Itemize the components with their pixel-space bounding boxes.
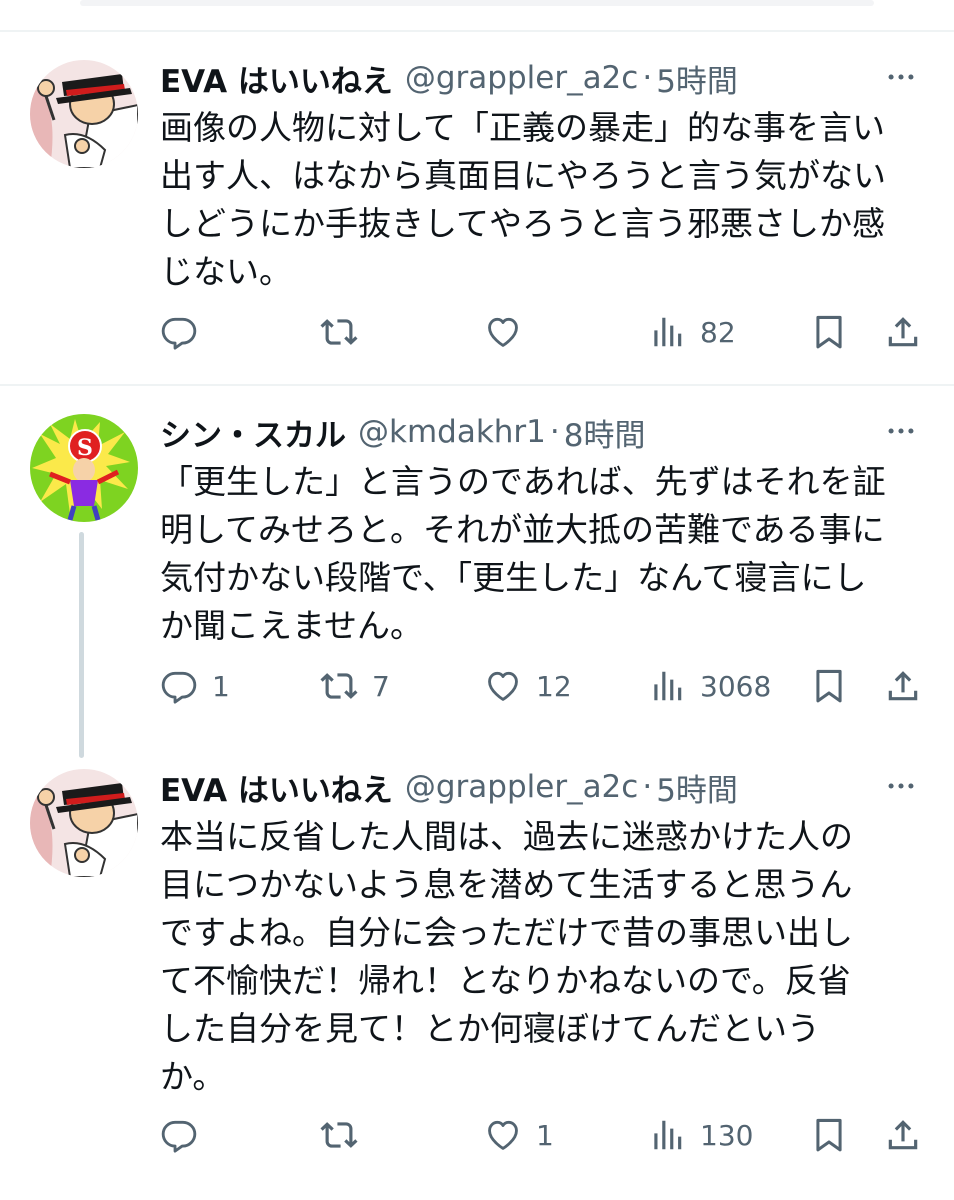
- user-handle[interactable]: @kmdakhr1: [358, 414, 546, 450]
- hat-character-avatar-icon: [30, 769, 138, 877]
- action-bar: 82: [160, 310, 930, 354]
- reply-icon: [161, 671, 197, 704]
- retweet-button[interactable]: [320, 1113, 372, 1157]
- tweet-text: 本当に反省した人間は、過去に迷惑かけた人の 目につかないよう息を潜めて生活すると…: [160, 817, 853, 1096]
- views-button[interactable]: 130: [648, 1113, 753, 1157]
- display-name[interactable]: シン・スカル: [160, 410, 346, 455]
- previous-tweet-edge: [0, 0, 954, 30]
- view-count: 82: [700, 315, 736, 349]
- timestamp[interactable]: 8時間: [564, 410, 646, 455]
- views-icon: [654, 317, 682, 347]
- hat-character-avatar-icon: [30, 60, 138, 168]
- retweet-count: 7: [372, 669, 390, 703]
- tweet-2[interactable]: S シン・スカル @kmdakhr1 · 8時間 「更生した」と言うのであれば、…: [0, 412, 954, 742]
- svg-text:S: S: [77, 435, 93, 461]
- reply-button[interactable]: 1: [160, 664, 230, 708]
- share-icon: [888, 1120, 918, 1150]
- views-button[interactable]: 82: [648, 310, 736, 354]
- like-icon: [488, 317, 518, 347]
- view-count: 130: [700, 1118, 754, 1152]
- bookmark-icon: [816, 315, 842, 349]
- reply-count: 1: [212, 669, 230, 703]
- share-button[interactable]: [884, 310, 922, 354]
- tweet-3[interactable]: EVA はいいねえ @grappler_a2c · 5時間 本当に反省した人間は…: [0, 767, 954, 1187]
- timestamp[interactable]: 5時間: [656, 56, 738, 101]
- tweet-1[interactable]: EVA はいいねえ @grappler_a2c · 5時間 画像の人物に対して「…: [0, 58, 954, 384]
- action-bar: 1 7 12 3068: [160, 664, 930, 708]
- bookmark-button[interactable]: [810, 664, 848, 708]
- separator: [0, 30, 954, 32]
- share-icon: [888, 317, 918, 347]
- avatar[interactable]: S: [30, 414, 138, 522]
- like-button[interactable]: 1: [484, 1113, 554, 1157]
- bookmark-button[interactable]: [810, 1113, 848, 1157]
- tweet-text: 画像の人物に対して「正義の暴走」的な事を言い 出す人、はなから真面目にやろうと言…: [160, 108, 886, 291]
- retweet-icon: [320, 673, 358, 699]
- separator-dot: ·: [642, 769, 653, 805]
- like-count: 12: [536, 669, 572, 703]
- retweet-icon: [320, 319, 358, 345]
- reply-button[interactable]: [160, 1113, 212, 1157]
- reply-icon: [161, 317, 197, 350]
- more-icon[interactable]: [884, 769, 918, 803]
- user-handle[interactable]: @grappler_a2c: [405, 769, 638, 805]
- retweet-icon: [320, 1122, 358, 1148]
- like-count: 1: [536, 1118, 554, 1152]
- superhero-s-avatar-icon: S: [30, 414, 138, 522]
- more-icon[interactable]: [884, 414, 918, 448]
- view-count: 3068: [700, 669, 772, 703]
- views-icon: [654, 671, 682, 701]
- avatar[interactable]: [30, 60, 138, 168]
- separator-dot: ·: [549, 414, 560, 450]
- bookmark-button[interactable]: [810, 310, 848, 354]
- share-icon: [888, 671, 918, 701]
- more-icon[interactable]: [884, 60, 918, 94]
- reply-icon: [161, 1120, 197, 1153]
- reply-button[interactable]: [160, 310, 212, 354]
- like-icon: [488, 1120, 518, 1150]
- like-button[interactable]: [484, 310, 536, 354]
- views-button[interactable]: 3068: [648, 664, 771, 708]
- tweet-text: 「更生した」と言うのであれば、先ずはそれを証 明してみせろと。それが並大抵の苦難…: [160, 462, 886, 645]
- separator-dot: ·: [642, 60, 653, 96]
- action-bar: 1 130: [160, 1113, 930, 1157]
- bookmark-icon: [816, 669, 842, 703]
- timestamp[interactable]: 5時間: [656, 765, 738, 810]
- retweet-button[interactable]: [320, 310, 372, 354]
- views-icon: [654, 1120, 682, 1150]
- display-name[interactable]: EVA はいいねえ: [160, 56, 393, 101]
- separator: [0, 384, 954, 386]
- bookmark-icon: [816, 1118, 842, 1152]
- like-button[interactable]: 12: [484, 664, 572, 708]
- user-handle[interactable]: @grappler_a2c: [405, 60, 638, 96]
- retweet-button[interactable]: 7: [320, 664, 390, 708]
- display-name[interactable]: EVA はいいねえ: [160, 765, 393, 810]
- like-icon: [488, 671, 518, 701]
- share-button[interactable]: [884, 664, 922, 708]
- avatar[interactable]: [30, 769, 138, 877]
- share-button[interactable]: [884, 1113, 922, 1157]
